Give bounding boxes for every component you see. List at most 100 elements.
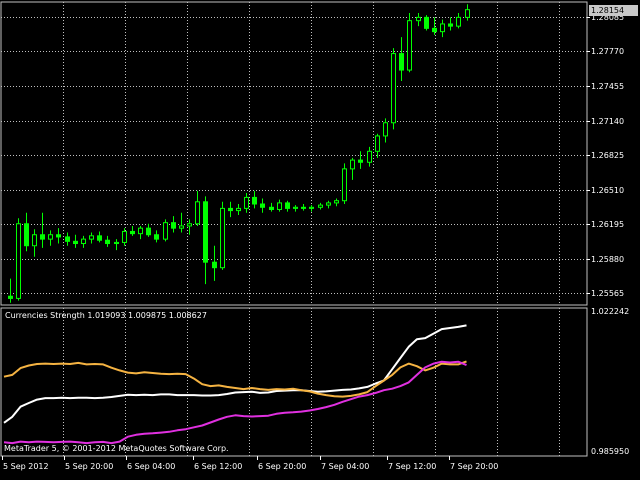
candle — [260, 198, 265, 213]
indicator-pane-frame — [0, 307, 588, 457]
candle — [244, 193, 249, 213]
candle-body-bear — [24, 223, 29, 247]
candle-body-bear — [212, 261, 217, 269]
time-axis-label: 5 Sep 20:00 — [65, 462, 114, 471]
chart-canvas — [0, 1, 590, 460]
candle-body-bull — [179, 225, 184, 229]
candle-body-bear — [171, 222, 176, 229]
price-candles[interactable] — [8, 4, 470, 303]
candle-body-bull — [383, 122, 388, 137]
candle — [24, 212, 29, 252]
candle — [203, 196, 208, 285]
candle-body-bull — [163, 222, 168, 240]
candle-body-bull — [16, 223, 21, 299]
candle-body-bull — [122, 230, 127, 243]
candle — [326, 200, 331, 209]
copyright-text: MetaTrader 5, © 2001-2012 MetaQuotes Sof… — [4, 444, 229, 453]
candle — [399, 37, 404, 82]
candle-body-bear — [285, 202, 290, 209]
price-axis-label: 1.27140 — [591, 117, 625, 126]
time-axis-label: 6 Sep 12:00 — [194, 462, 243, 471]
candle — [179, 212, 184, 233]
candle-body-bear — [432, 27, 437, 33]
candle-body-bull — [326, 202, 331, 206]
candle — [220, 201, 225, 270]
candle — [138, 225, 143, 240]
candle — [105, 235, 110, 247]
candle — [440, 19, 445, 38]
candle — [65, 232, 70, 246]
candle-body-bull — [456, 16, 461, 27]
candle-body-bear — [154, 234, 159, 240]
candle — [391, 48, 396, 130]
candle — [212, 245, 217, 281]
candle-body-bull — [138, 227, 143, 235]
candle-body-bull — [195, 201, 200, 225]
strength-lines — [3, 324, 467, 445]
candle-body-bull — [48, 234, 53, 240]
candle — [146, 223, 151, 237]
candle-body-bull — [342, 168, 347, 202]
candle — [228, 201, 233, 218]
time-axis-label: 7 Sep 20:00 — [450, 462, 499, 471]
strength-series-1 — [3, 324, 467, 424]
candle — [465, 4, 470, 21]
candle — [309, 205, 314, 212]
candle-body-bull — [187, 223, 192, 227]
time-axis-label: 7 Sep 12:00 — [388, 462, 437, 471]
candle-body-bear — [269, 206, 274, 210]
current-price-badge: 1.28154 — [589, 5, 638, 16]
candle-body-bear — [8, 295, 13, 299]
candle — [269, 202, 274, 212]
candle — [48, 230, 53, 246]
price-axis-label: 1.26825 — [591, 151, 625, 160]
time-axis[interactable]: 5 Sep 2012 5 Sep 20:00 6 Sep 04:00 6 Sep 12… — [0, 457, 640, 480]
chart-frames — [0, 1, 590, 460]
indicator-axis-min: 0.985950 — [591, 447, 630, 456]
candle — [407, 12, 412, 73]
candle-body-bull — [440, 23, 445, 33]
candle — [81, 235, 86, 248]
candle-body-bull — [391, 53, 396, 124]
price-axis-label: 1.25565 — [591, 289, 625, 298]
candle-body-bear — [399, 53, 404, 71]
candle — [40, 212, 45, 248]
indicator-axis: 1.022242 0.985950 — [587, 307, 640, 457]
time-axis-label: 6 Sep 04:00 — [127, 462, 176, 471]
candle-body-bull — [89, 235, 94, 240]
candle — [416, 12, 421, 27]
candle-body-bear — [358, 159, 363, 163]
candle-body-bull — [114, 241, 119, 245]
candle-body-bull — [293, 206, 298, 209]
candle — [277, 199, 282, 212]
candle — [73, 234, 78, 248]
candle-body-bear — [301, 206, 306, 209]
candle-body-bull — [244, 196, 249, 209]
price-axis-label: 1.27770 — [591, 47, 625, 56]
candle-body-bear — [260, 203, 265, 208]
candle-body-bear — [203, 201, 208, 263]
candle — [448, 17, 453, 31]
candle-body-bear — [252, 196, 257, 205]
indicator-axis-max: 1.022242 — [591, 307, 630, 316]
candle-body-bear — [130, 230, 135, 235]
candle — [367, 146, 372, 167]
candle-body-bull — [318, 204, 323, 208]
price-axis[interactable]: 1.28085 1.27770 1.27455 1.27140 1.26825 1.265… — [587, 0, 640, 306]
candle-body-bear — [65, 236, 70, 242]
indicator-title: Currencies Strength 1.019093 1.009875 1.… — [5, 311, 207, 320]
candle-body-bull — [350, 159, 355, 170]
strength-series-3 — [3, 360, 467, 445]
candle-body-bear — [56, 234, 61, 238]
price-axis-label: 1.26510 — [591, 186, 625, 195]
time-axis-label: 6 Sep 20:00 — [258, 462, 307, 471]
candle — [301, 204, 306, 211]
candle-body-bull — [32, 234, 37, 247]
candle — [318, 202, 323, 210]
candle-body-bull — [416, 16, 421, 22]
candle — [8, 278, 13, 303]
candle — [187, 219, 192, 235]
price-axis-label: 1.25880 — [591, 255, 625, 264]
candle — [195, 190, 200, 226]
candle — [350, 157, 355, 180]
